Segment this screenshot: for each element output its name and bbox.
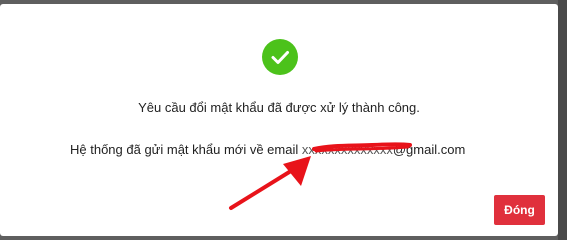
redaction-scribble — [312, 142, 412, 153]
check-circle-icon — [262, 39, 298, 75]
close-button[interactable]: Đóng — [494, 195, 545, 225]
success-message: Yêu cầu đổi mật khẩu đã được xử lý thành… — [138, 100, 420, 115]
red-arrow-annotation — [229, 156, 311, 210]
page-backdrop-edge — [558, 0, 567, 240]
success-dialog: Yêu cầu đổi mật khẩu đã được xử lý thành… — [0, 4, 558, 236]
